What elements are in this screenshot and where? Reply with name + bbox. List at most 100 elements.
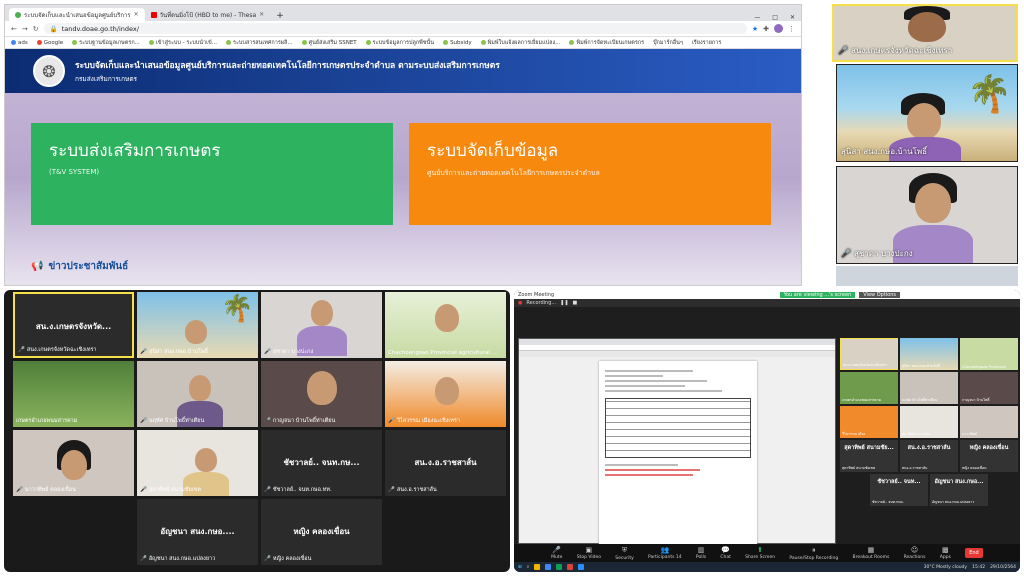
apps-button[interactable]: ▩ Apps xyxy=(940,546,951,560)
mic-off-icon: 🎤 xyxy=(16,487,23,493)
site-header: ❂ ระบบจัดเก็บและนำเสนอข้อมูลศูนย์บริการแ… xyxy=(5,49,801,93)
gallery-tile[interactable]: 🎤 สุดาทิพย์ สนามชัยเขต xyxy=(137,430,258,496)
extension-system-card[interactable]: ระบบส่งเสริมการเกษตร (T&V SYSTEM) xyxy=(31,123,393,225)
search-icon[interactable]: ⌕ xyxy=(527,564,530,570)
people-icon: 👥 xyxy=(660,546,670,554)
thumb-tile[interactable]: เกษตรอำเภอพนมสารคาม xyxy=(840,372,898,404)
participant-name: หญิง คลองเขื่อน xyxy=(293,527,350,536)
bookmark-apps[interactable]: ads xyxy=(11,40,28,46)
participants-button[interactable]: 👥 Participants 14 xyxy=(648,546,682,560)
new-tab-button[interactable]: + xyxy=(270,11,290,21)
gallery-tile[interactable]: Chachoengsao Provincial agricultural ... xyxy=(385,292,506,358)
thumb-tile[interactable]: นาวาทิพย์ xyxy=(960,406,1018,438)
close-window-icon[interactable]: ✕ xyxy=(784,14,801,21)
bookmark-item[interactable]: พิมพ์ใบแจ้งผลการเยี่ยมแปลง... xyxy=(480,39,560,47)
gallery-tile[interactable]: 🎤 นฤพัศ บ้านโพธิ์ท่าเตียน xyxy=(137,361,258,427)
video-tile-suchada[interactable]: 🎤 สุชาดา บางปะกง xyxy=(836,166,1018,264)
tab-tandv[interactable]: ระบบจัดเก็บและนำเสนอข้อมูลศูนย์บริการ ✕ xyxy=(9,8,145,21)
windows-start-icon[interactable]: ⊞ xyxy=(518,565,522,570)
thumb-tile[interactable]: สน.ง.อ.ราชสาส์น สนง.อ.ราชสาส์น xyxy=(900,440,958,472)
bookmark-item[interactable]: ระบบสารสนเทศการผลิ... xyxy=(226,39,293,47)
breakout-rooms-button[interactable]: ▦ Breakout Rooms xyxy=(853,546,890,560)
forward-icon[interactable]: → xyxy=(22,25,28,33)
taskbar-app-icon[interactable] xyxy=(567,564,574,570)
gallery-tile[interactable]: สน.ง.อ.ราชสาส์น 🎤 สนง.อ.ราชสาส์น xyxy=(385,430,506,496)
stop-icon[interactable]: ■ xyxy=(573,300,578,306)
maximize-icon[interactable]: □ xyxy=(766,14,784,21)
thumb-tile[interactable]: สุนิสา สนง.กษอ.บ้านโพธิ์ xyxy=(900,338,958,370)
taskbar-app-icon[interactable] xyxy=(556,564,563,570)
gallery-tile[interactable]: 🎤 วิไลวรรณ เมืองฉะเชิงเทรา xyxy=(385,361,506,427)
end-meeting-button[interactable]: End xyxy=(965,548,983,558)
thumb-tile[interactable]: หญิง คลองเขื่อน หญิง คลองเขื่อน xyxy=(960,440,1018,472)
thumb-tile[interactable]: กาญจนา บ้านโพธิ์ xyxy=(960,372,1018,404)
minimize-icon[interactable]: — xyxy=(748,14,766,21)
participant-name: ชัชวาลย์.. จนท.กษ... xyxy=(283,458,360,467)
tab-youtube[interactable]: วันที่ดนมิ่งโป้ (HBD to me) - Thesa ✕ xyxy=(145,8,271,21)
menu-icon[interactable]: ⋮ xyxy=(788,25,795,33)
mic-off-icon: 🎤 xyxy=(264,487,271,493)
weather-status[interactable]: 30°C Mostly cloudy xyxy=(924,565,968,570)
share-screen-button[interactable]: ⬆ Share Screen xyxy=(745,546,775,560)
star-icon[interactable]: ★ xyxy=(752,25,758,33)
bookmark-item[interactable]: พิมพ์การจัดทะเบียนเกษตรกร xyxy=(569,39,644,47)
reading-list[interactable]: เรียงรายการ xyxy=(692,39,721,47)
taskbar-app-icon[interactable] xyxy=(578,564,585,570)
back-icon[interactable]: ← xyxy=(11,25,17,33)
mute-button[interactable]: 🎤 Mute xyxy=(551,546,562,560)
close-icon[interactable]: ✕ xyxy=(259,11,264,18)
thumb-tile[interactable]: สนง.เกษตรจังหวัดฉะเชิงเทรา xyxy=(840,338,898,370)
video-tile-sunisa[interactable]: 🌴 สุนิสา สนง.กษอ.บ้านโพธิ์ xyxy=(836,64,1018,162)
stop-video-button[interactable]: ▣ Stop Video xyxy=(577,546,601,560)
taskbar-app-icon[interactable] xyxy=(534,564,541,570)
site-title: ระบบจัดเก็บและนำเสนอข้อมูลศูนย์บริการและ… xyxy=(75,61,500,71)
pause-icon[interactable]: ❚❚ xyxy=(560,300,568,306)
thumb-tile[interactable]: อัญชนา สนง.กษอ... อัญชนา สนง.กษอ.แปลงยาว xyxy=(930,474,988,506)
gallery-tile[interactable]: ชัชวาลย์.. จนท.กษ... 🎤 ชัชวาลย์.. จนท.กษอ… xyxy=(261,430,382,496)
data-collection-card[interactable]: ระบบจัดเก็บข้อมูล ศูนย์บริการและถ่ายทอดเ… xyxy=(409,123,771,225)
participant-label: 🎤 นฤพัศ บ้านโพธิ์ท่าเตียน xyxy=(140,418,205,424)
bookmark-item[interactable]: ระบบฐานข้อมูลเกษตรก... xyxy=(72,39,140,47)
gallery-tile[interactable]: หญิง คลองเขื่อน 🎤 หญิง คลองเขื่อน xyxy=(261,499,382,565)
view-options-button[interactable]: View Options xyxy=(859,291,900,298)
gallery-tile[interactable]: 🎤 กาญจนา บ้านโพธิ์ท่าเตียน xyxy=(261,361,382,427)
bookmark-other[interactable]: บุ๊กมาร์กอื่นๆ xyxy=(653,39,683,47)
gallery-tile[interactable]: 🌴 🎤 สุนิสา สนง.กษอ.บ้านโพธิ์ xyxy=(137,292,258,358)
gallery-tile[interactable]: 🎤 สุชาดา บางปะกง xyxy=(261,292,382,358)
bookmark-item[interactable]: เข้าสู่ระบบ - ระบบนำเข้... xyxy=(148,39,217,47)
taskbar-app-icon[interactable] xyxy=(545,564,552,570)
video-tile-provincial-office[interactable]: 🎤 สนง.เกษตรจังหวัดฉะเชิงเทรา xyxy=(832,4,1018,62)
url-field[interactable]: 🔒 tandv.doae.go.th/index/ xyxy=(43,23,747,34)
thumb-tile[interactable]: นฤพัศ บ้านโพธิ์ท่าเตียน xyxy=(900,372,958,404)
clock-time[interactable]: 15:42 xyxy=(972,565,985,570)
reactions-button[interactable]: ☺ Reactions xyxy=(904,546,926,560)
pause-stop-recording-button[interactable]: ⏸ Pause/Stop Recording xyxy=(789,546,838,561)
clock-date[interactable]: 29/10/2564 xyxy=(990,565,1016,570)
chat-button[interactable]: 💬 Chat xyxy=(720,546,731,560)
participant-label: 🎤 นาวาทิพย์ คลองเขื่อน xyxy=(16,487,76,493)
document-table xyxy=(605,398,751,458)
thumb-tile[interactable]: สุดาทิพย์ สนามชัย xyxy=(900,406,958,438)
bookmark-item[interactable]: Subsidy xyxy=(443,40,472,46)
bookmark-item[interactable]: ศูนย์ส่งเสริม SSNET xyxy=(301,39,357,47)
thumb-tile[interactable]: ชัชวาลย์.. จนท... ชัชวาลย์.. จนท.กษอ. xyxy=(870,474,928,506)
close-icon[interactable]: ✕ xyxy=(134,11,139,18)
profile-icon[interactable] xyxy=(774,24,783,33)
gallery-tile[interactable]: เกษตรอำเภอพนมสารคาม xyxy=(13,361,134,427)
thumb-tile[interactable]: Chachoengsao Provincial xyxy=(960,338,1018,370)
reload-icon[interactable]: ↻ xyxy=(33,25,39,33)
gallery-tile[interactable]: สน.ง.เกษตรจังหวัด... 🎤 สนง.เกษตรจังหวัดฉะ… xyxy=(13,292,134,358)
bookmark-item[interactable]: ระบบข้อมูลการปลูกพืชนั้น xyxy=(365,39,434,47)
gallery-tile[interactable]: อัญชนา สนง.กษอ.... 🎤 อัญชนา สนง.กษอ.แปลงย… xyxy=(137,499,258,565)
thumb-tile[interactable]: วิไลวรรณ เมือง xyxy=(840,406,898,438)
bookmark-google[interactable]: Google xyxy=(36,40,63,46)
extensions-icon[interactable]: ✚ xyxy=(763,25,769,33)
security-button[interactable]: ⛨ Security xyxy=(615,546,633,561)
polls-button[interactable]: ▥ Polls xyxy=(696,546,706,560)
shield-icon: ⛨ xyxy=(621,545,628,554)
bookmarks-bar: ads Google ระบบฐานข้อมูลเกษตรก... เข้าสู… xyxy=(5,37,801,49)
participant-face xyxy=(195,448,217,472)
news-heading[interactable]: 📢 ข่าวประชาสัมพันธ์ xyxy=(31,259,128,274)
thumb-tile[interactable]: สุดาทิพย์ สนามชัย... สุดาทิพย์ สนามชัยเขต xyxy=(840,440,898,472)
gallery-tile[interactable]: 🎤 นาวาทิพย์ คลองเขื่อน xyxy=(13,430,134,496)
